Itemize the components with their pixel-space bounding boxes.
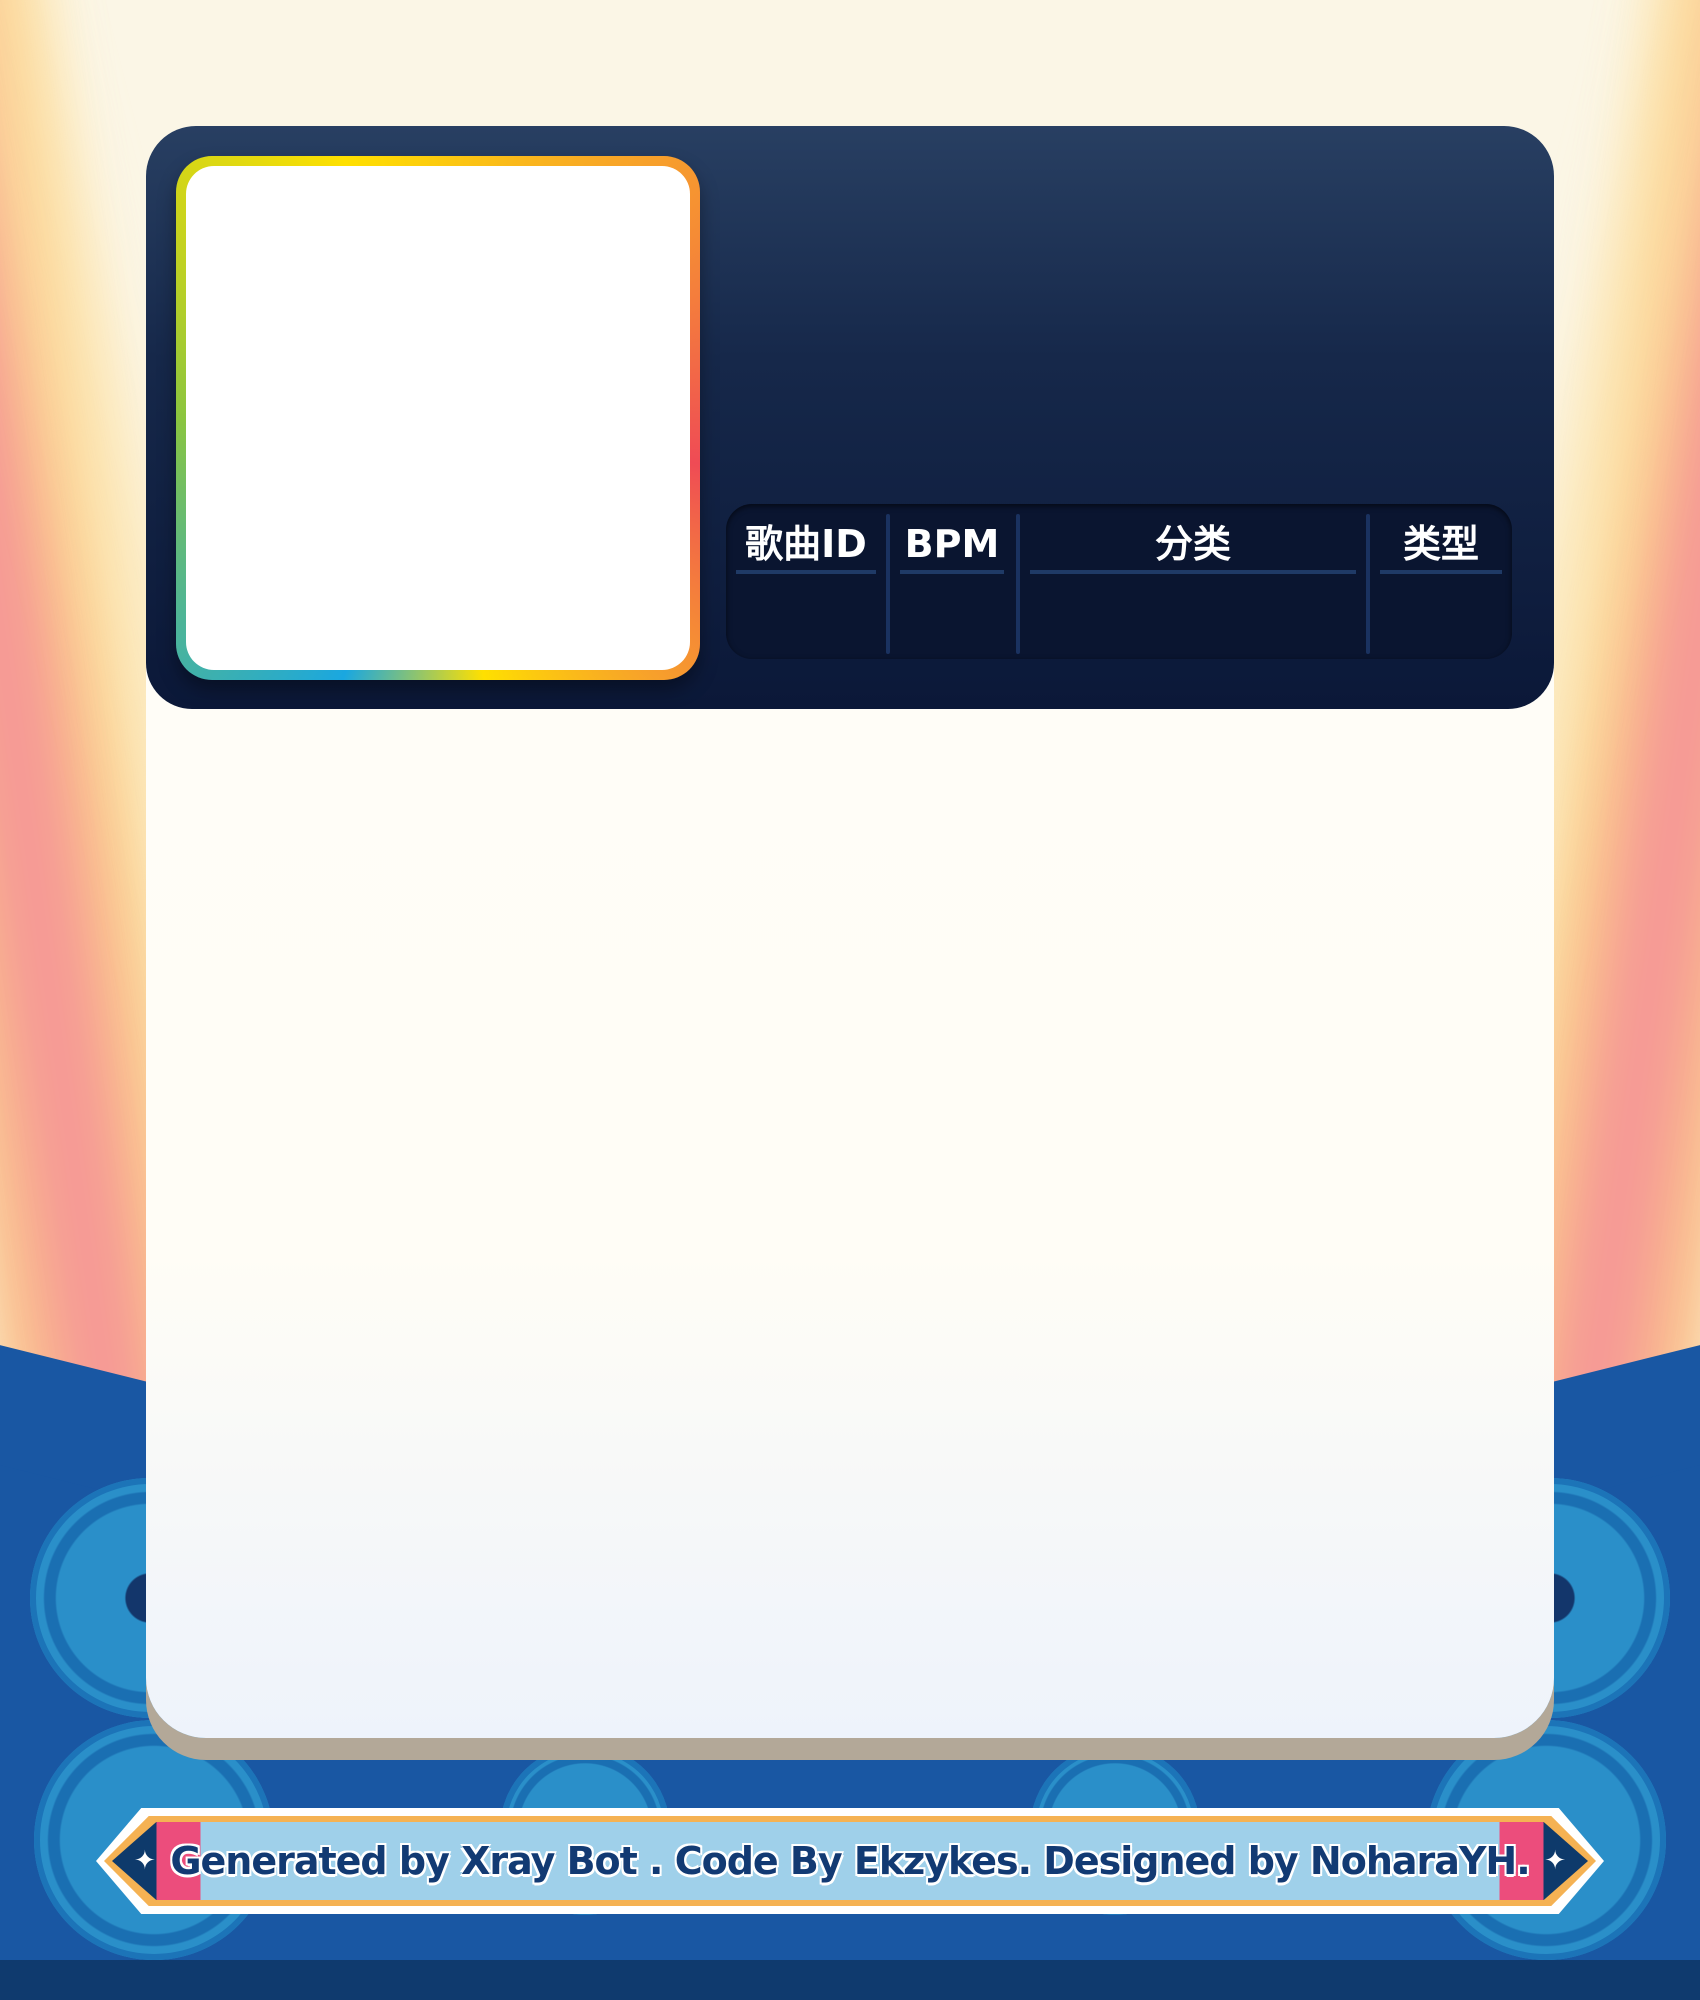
song-header: 歌曲ID BPM 分类 类型 (146, 126, 1554, 709)
column-category: 分类 (1020, 504, 1366, 659)
song-id-value (736, 578, 876, 638)
bpm-value (900, 578, 1004, 638)
footer-banner: ✦ ✦ Generated by Xray Bot . Code By Ekzy… (96, 1808, 1604, 1914)
footer-credits: Generated by Xray Bot . Code By Ekzykes.… (170, 1839, 1530, 1883)
song-info-table: 歌曲ID BPM 分类 类型 (726, 504, 1512, 659)
song-jacket (186, 166, 690, 670)
category-value (1030, 578, 1356, 638)
song-id-label: 歌曲ID (736, 518, 876, 574)
column-bpm: BPM (890, 504, 1014, 659)
type-value (1380, 578, 1502, 638)
column-type: 类型 (1370, 504, 1512, 659)
song-card: 歌曲ID BPM 分类 类型 (146, 126, 1554, 1738)
bottom-bar (0, 1960, 1700, 2000)
column-song-id: 歌曲ID (726, 504, 886, 659)
bpm-label: BPM (900, 518, 1004, 574)
category-label: 分类 (1030, 518, 1356, 574)
jacket-frame (176, 156, 700, 680)
type-label: 类型 (1380, 518, 1502, 574)
